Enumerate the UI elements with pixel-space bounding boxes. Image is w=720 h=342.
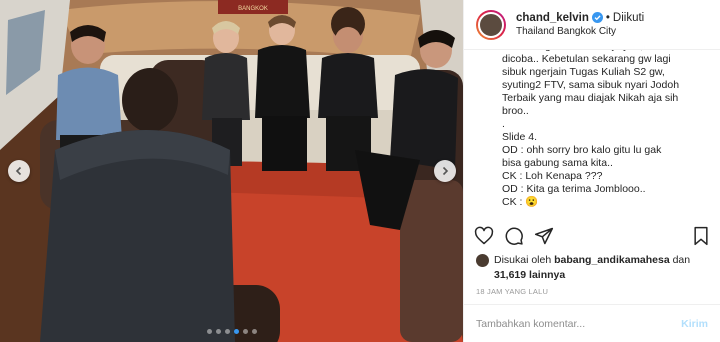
carousel-dot: [224, 329, 230, 334]
caption-line: OD : Kita ga terima Jomblooo..: [502, 183, 646, 195]
likes-count: 31,619: [494, 269, 527, 281]
photo-illustration: BANGKOK: [0, 0, 463, 342]
carousel-dots: [206, 329, 257, 334]
avatar-image: [478, 11, 504, 38]
comment-input[interactable]: [476, 317, 682, 330]
save-button[interactable]: [692, 226, 710, 246]
caption-line: dicoba.. Kebetulan sekarang gw lagi: [502, 53, 671, 65]
caption-line: Terbaik yang mau diajak Nikah aja sih: [502, 92, 679, 104]
caption-line: Slide 4.: [502, 131, 538, 143]
post-location[interactable]: Thailand Bangkok City: [516, 26, 644, 39]
chevron-left-icon: [15, 166, 22, 176]
author-avatar[interactable]: [476, 9, 506, 40]
bookmark-icon: [694, 226, 708, 246]
likes-text: Disukai oleh babang_andikamahesa dan 31,…: [494, 253, 690, 283]
likes-prefix: Disukai oleh: [494, 254, 552, 266]
liker-username[interactable]: babang_andikamahesa: [554, 254, 670, 266]
carousel-dot: [206, 329, 212, 334]
heart-icon: [474, 226, 494, 245]
header-separator: •: [605, 11, 610, 24]
carousel-dot: [215, 329, 221, 334]
likes-conjunction: dan: [672, 254, 691, 266]
carousel-dot-active: [233, 329, 239, 334]
caption-line: .: [502, 118, 505, 130]
caption-line: OD : ohh sorry bro kalo gitu lu gak: [502, 144, 662, 156]
caption-line: CK : 😮: [502, 196, 539, 208]
like-button[interactable]: [474, 226, 494, 246]
author-info: chand_kelvin • Diikuti Thailand Bangkok …: [516, 11, 644, 39]
send-comment-button[interactable]: Kirim: [681, 318, 708, 330]
verified-badge-icon: [591, 12, 603, 24]
action-bar: [474, 222, 710, 250]
caption-line: sibuk ngerjain Tugas Kuliah S2 gw,: [502, 66, 665, 78]
post-photo[interactable]: BANGKOK: [0, 0, 463, 342]
caption-line: broo..: [502, 105, 529, 117]
carousel-dot: [242, 329, 248, 334]
likes-count-link[interactable]: 31,619 lainnya: [494, 269, 565, 281]
cabin-sign-text: BANGKOK: [238, 6, 268, 12]
chevron-right-icon: [442, 166, 449, 176]
caption-text: CK : Tari gw sih mauz aja yaa, bolehlahd…: [502, 50, 706, 209]
carousel-next-button[interactable]: [434, 160, 456, 182]
comment-bar: Kirim: [464, 304, 720, 342]
caption-line: bisa gabung sama kita..: [502, 157, 613, 169]
likes-summary: Disukai oleh babang_andikamahesa dan 31,…: [476, 253, 710, 283]
carousel-prev-button[interactable]: [8, 160, 30, 182]
carousel-dot: [251, 329, 257, 334]
author-username[interactable]: chand_kelvin: [516, 11, 589, 25]
caption-line: CK : Loh Kenapa ???: [502, 170, 603, 182]
post-side-panel: chand_kelvin • Diikuti Thailand Bangkok …: [463, 0, 720, 342]
likes-suffix: lainnya: [529, 269, 566, 281]
share-icon: [534, 227, 554, 245]
caption-scroll-area[interactable]: CK : Tari gw sih mauz aja yaa, bolehlahd…: [464, 50, 720, 214]
follow-status-button[interactable]: Diikuti: [613, 11, 644, 25]
caption-line: syuting2 FTV, sama sibuk nyari Jodoh: [502, 79, 680, 91]
share-button[interactable]: [534, 226, 554, 246]
liker-avatar[interactable]: [476, 254, 489, 267]
post-timestamp[interactable]: 18 JAM YANG LALU: [476, 287, 548, 296]
comment-icon: [505, 227, 523, 245]
comment-button[interactable]: [504, 226, 524, 246]
post-header: chand_kelvin • Diikuti Thailand Bangkok …: [464, 0, 720, 50]
